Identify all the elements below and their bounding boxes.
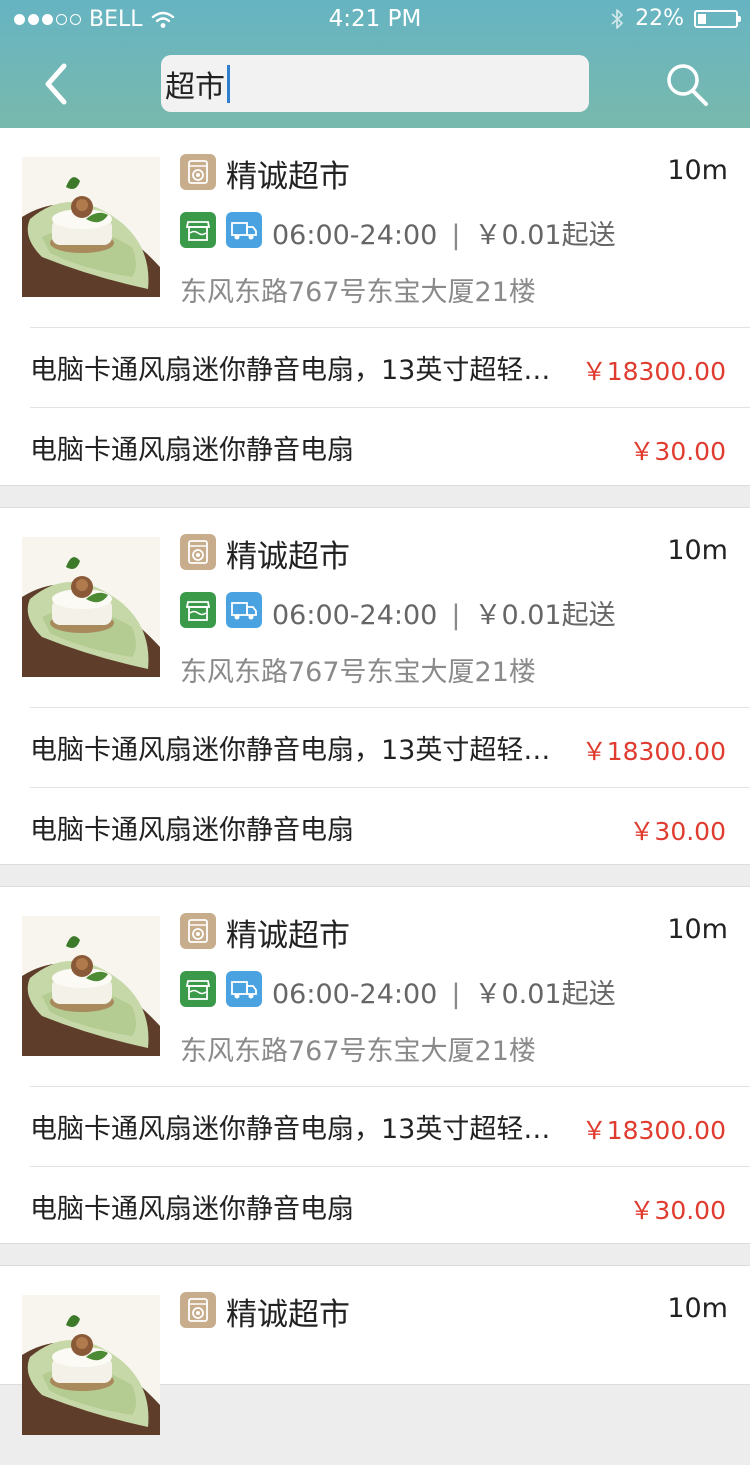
- store-header[interactable]: 精诚超市 10m: [0, 1266, 750, 1465]
- opening-hours: 06:00-24:00: [272, 979, 438, 1010]
- washer-icon: [180, 534, 216, 570]
- store-card[interactable]: 精诚超市 10m 06:00-24:00 | ￥0.01起送 东风东路767号东…: [0, 886, 750, 1244]
- store-card[interactable]: 精诚超市 10m 06:00-24:00 | ￥0.01起送 东风东路767号东…: [0, 507, 750, 865]
- battery-icon: [694, 9, 741, 28]
- product-row[interactable]: 电脑卡通风扇迷你静音电扇，13英寸超轻… ￥18300.00: [30, 1087, 726, 1165]
- status-bar: BELL 4:21 PM 22%: [0, 0, 750, 40]
- battery-percent: 22%: [635, 6, 684, 31]
- product-name: 电脑卡通风扇迷你静音电扇: [30, 815, 354, 846]
- store-card[interactable]: 精诚超市 10m: [0, 1265, 750, 1435]
- product-price: ￥30.00: [629, 437, 726, 466]
- status-right: 22%: [609, 6, 741, 31]
- store-meta: 06:00-24:00 | ￥0.01起送: [272, 593, 616, 632]
- product-price: ￥18300.00: [581, 1116, 726, 1145]
- storefront-icon: [180, 212, 216, 248]
- store-thumbnail: [22, 157, 160, 297]
- washer-icon: [180, 913, 216, 949]
- product-price: ￥18300.00: [581, 737, 726, 766]
- store-address: 东风东路767号东宝大厦21楼: [180, 1036, 536, 1067]
- product-price: ￥18300.00: [581, 357, 726, 386]
- store-header[interactable]: 精诚超市 10m 06:00-24:00 | ￥0.01起送 东风东路767号东…: [0, 128, 750, 327]
- store-address: 东风东路767号东宝大厦21楼: [180, 277, 536, 308]
- store-thumbnail: [22, 1295, 160, 1435]
- store-address: 东风东路767号东宝大厦21楼: [180, 657, 536, 688]
- app-header: BELL 4:21 PM 22% 超市: [0, 0, 750, 128]
- store-card[interactable]: 精诚超市 10m 06:00-24:00 | ￥0.01起送 东风东路767号东…: [0, 128, 750, 486]
- product-name: 电脑卡通风扇迷你静音电扇，13英寸超轻…: [30, 355, 551, 386]
- store-meta: 06:00-24:00 | ￥0.01起送: [272, 972, 616, 1011]
- bluetooth-icon: [611, 8, 623, 29]
- storefront-icon: [180, 971, 216, 1007]
- min-order: ￥0.01起送: [474, 220, 616, 251]
- product-name: 电脑卡通风扇迷你静音电扇，13英寸超轻…: [30, 735, 551, 766]
- store-meta: 06:00-24:00 | ￥0.01起送: [272, 213, 616, 252]
- washer-icon: [180, 1292, 216, 1328]
- product-row[interactable]: 电脑卡通风扇迷你静音电扇，13英寸超轻… ￥18300.00: [30, 708, 726, 786]
- text-caret: [227, 64, 230, 103]
- product-name: 电脑卡通风扇迷你静音电扇: [30, 1194, 354, 1225]
- product-row[interactable]: 电脑卡通风扇迷你静音电扇 ￥30.00: [30, 1167, 726, 1245]
- washer-icon: [180, 154, 216, 190]
- meta-separator: |: [451, 220, 461, 251]
- store-name: 精诚超市: [226, 1297, 350, 1333]
- product-row[interactable]: 电脑卡通风扇迷你静音电扇，13英寸超轻… ￥18300.00: [30, 328, 726, 406]
- store-distance: 10m: [667, 155, 728, 186]
- store-thumbnail: [22, 916, 160, 1056]
- store-distance: 10m: [667, 535, 728, 566]
- search-query: 超市: [165, 69, 225, 105]
- product-price: ￥30.00: [629, 1196, 726, 1225]
- truck-icon: [226, 212, 262, 248]
- truck-icon: [226, 592, 262, 628]
- store-name: 精诚超市: [226, 918, 350, 954]
- product-row[interactable]: 电脑卡通风扇迷你静音电扇 ￥30.00: [30, 788, 726, 866]
- meta-separator: |: [451, 600, 461, 631]
- min-order: ￥0.01起送: [474, 600, 616, 631]
- store-name: 精诚超市: [226, 539, 350, 575]
- storefront-icon: [180, 592, 216, 628]
- store-header[interactable]: 精诚超市 10m 06:00-24:00 | ￥0.01起送 东风东路767号东…: [0, 508, 750, 707]
- search-icon: [667, 64, 708, 106]
- opening-hours: 06:00-24:00: [272, 220, 438, 251]
- back-button[interactable]: [30, 56, 82, 112]
- store-thumbnail: [22, 537, 160, 677]
- store-distance: 10m: [667, 914, 728, 945]
- results-list: 精诚超市 10m 06:00-24:00 | ￥0.01起送 东风东路767号东…: [0, 128, 750, 1435]
- product-name: 电脑卡通风扇迷你静音电扇: [30, 435, 354, 466]
- search-button[interactable]: [660, 58, 714, 112]
- product-row[interactable]: 电脑卡通风扇迷你静音电扇 ￥30.00: [30, 408, 726, 486]
- search-input[interactable]: 超市: [161, 55, 589, 112]
- product-name: 电脑卡通风扇迷你静音电扇，13英寸超轻…: [30, 1114, 551, 1145]
- product-price: ￥30.00: [629, 817, 726, 846]
- opening-hours: 06:00-24:00: [272, 600, 438, 631]
- truck-icon: [226, 971, 262, 1007]
- chevron-left-icon: [45, 63, 67, 105]
- min-order: ￥0.01起送: [474, 979, 616, 1010]
- store-name: 精诚超市: [226, 159, 350, 195]
- meta-separator: |: [451, 979, 461, 1010]
- store-header[interactable]: 精诚超市 10m 06:00-24:00 | ￥0.01起送 东风东路767号东…: [0, 887, 750, 1086]
- store-distance: 10m: [667, 1293, 728, 1324]
